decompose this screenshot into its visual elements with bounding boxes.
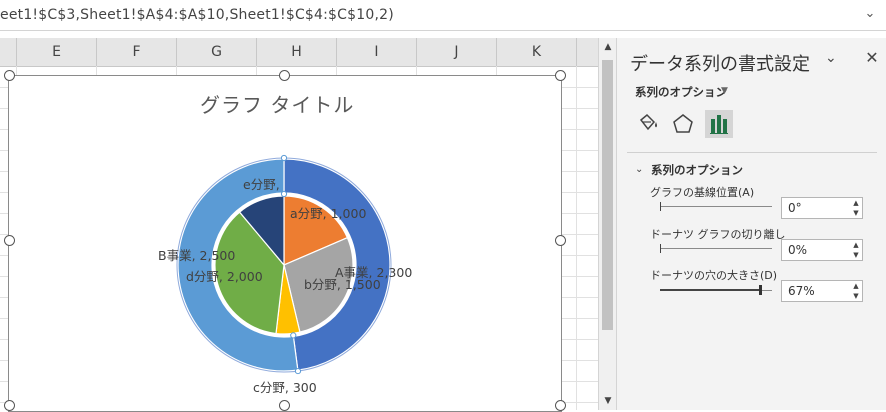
point-explosion-label: ドーナツ グラフの切り離し [650,228,786,241]
resize-handle-top[interactable] [279,70,290,81]
column-header-i[interactable]: I [337,38,417,66]
paint-bucket-icon [639,113,657,131]
scroll-up-arrow-icon[interactable]: ▲ [599,38,617,56]
spinner-value[interactable]: 67% [788,284,815,298]
resize-handle-bottom[interactable] [279,400,290,411]
series-options-icon[interactable] [705,110,733,138]
dropdown-caret-icon[interactable]: ▼ [721,86,728,96]
resize-handle-top-right[interactable] [555,70,566,81]
column-header-k[interactable]: K [497,38,577,66]
resize-handle-bottom-left[interactable] [4,400,15,411]
section-title[interactable]: 系列のオプション [651,162,743,178]
close-icon[interactable]: ✕ [863,48,881,67]
column-header-partial[interactable] [0,38,17,66]
grid-line [576,66,577,410]
spin-down-icon[interactable]: ▼ [850,291,862,301]
pane-title: データ系列の書式設定 [630,54,810,75]
slider-knob[interactable] [660,202,661,211]
hole-size-slider-fill [660,289,761,291]
column-header-h[interactable]: H [257,38,337,66]
spinner-value[interactable]: 0% [788,243,807,257]
spin-up-icon[interactable]: ▲ [850,240,862,250]
effects-icon[interactable] [669,110,697,138]
chart-area[interactable] [8,75,562,412]
point-explosion-slider[interactable] [660,248,772,249]
resize-handle-right[interactable] [555,235,566,246]
first-slice-angle-label: グラフの基線位置(A) [650,186,755,199]
expand-formula-bar-icon[interactable]: ⌄ [860,4,880,24]
column-header-j[interactable]: J [417,38,497,66]
first-slice-angle-spinner[interactable]: 0° ▲ ▼ [781,197,863,219]
series-options-dropdown[interactable]: 系列のオプション [635,84,727,100]
pentagon-icon [673,114,693,133]
spin-up-icon[interactable]: ▲ [850,198,862,208]
slider-knob[interactable] [759,285,763,295]
formula-text[interactable]: eet1!$C$3,Sheet1!$A$4:$A$10,Sheet1!$C$4:… [0,7,394,23]
point-explosion-spinner[interactable]: 0% ▲ ▼ [781,239,863,261]
divider [627,152,877,153]
spinner-value[interactable]: 0° [788,201,802,215]
slider-knob[interactable] [660,244,661,253]
column-header-f[interactable]: F [97,38,177,66]
fill-line-icon[interactable] [633,110,661,138]
spin-down-icon[interactable]: ▼ [850,208,862,218]
hole-size-spinner[interactable]: 67% ▲ ▼ [781,280,863,302]
spin-up-icon[interactable]: ▲ [850,281,862,291]
vertical-scrollbar[interactable]: ▲ ▼ [598,38,617,410]
formula-bar[interactable]: eet1!$C$3,Sheet1!$A$4:$A$10,Sheet1!$C$4:… [0,0,886,31]
spin-down-icon[interactable]: ▼ [850,250,862,260]
column-header-row: E F G H I J K [0,38,598,67]
column-header-g[interactable]: G [177,38,257,66]
first-slice-angle-slider[interactable] [660,206,772,207]
resize-handle-top-left[interactable] [4,70,15,81]
column-chart-icon [710,115,728,134]
format-pane: データ系列の書式設定 ⌄ ✕ 系列のオプション ▼ ⌄ 系列のオプション グラフ… [616,38,886,410]
column-header-e[interactable]: E [17,38,97,66]
hole-size-label: ドーナツの穴の大きさ(D) [650,269,778,282]
pane-menu-chevron-icon[interactable]: ⌄ [825,50,837,66]
collapse-chevron-icon[interactable]: ⌄ [635,164,643,175]
resize-handle-left[interactable] [4,235,15,246]
resize-handle-bottom-right[interactable] [555,400,566,411]
scroll-down-arrow-icon[interactable]: ▼ [599,392,617,410]
scrollbar-thumb[interactable] [602,60,613,330]
chart-title[interactable]: グラフ タイトル [200,89,354,118]
